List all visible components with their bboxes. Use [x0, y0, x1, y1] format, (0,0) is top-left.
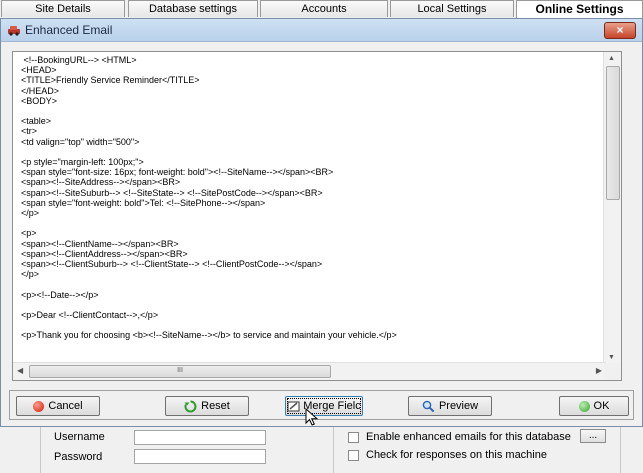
cancel-button[interactable]: Cancel	[16, 396, 100, 416]
enhanced-email-settings-button[interactable]: ...	[580, 429, 606, 443]
close-button[interactable]: ×	[604, 22, 636, 39]
ok-button[interactable]: OK	[559, 396, 629, 416]
tab-database-settings[interactable]: Database settings	[128, 0, 258, 17]
html-template-text[interactable]: <!--BookingURL--> <HTML> <HEAD> <TITLE>F…	[21, 55, 606, 341]
refresh-icon	[184, 400, 197, 413]
vertical-scroll-thumb[interactable]	[606, 66, 620, 200]
close-icon: ×	[616, 23, 624, 37]
enable-enhanced-emails-label: Enable enhanced emails for this database	[366, 431, 571, 443]
scroll-grip: III	[177, 367, 183, 374]
merge-field-button[interactable]: Merge Fielc	[285, 396, 363, 416]
enable-enhanced-emails-checkbox[interactable]	[348, 432, 359, 443]
preview-button[interactable]: Preview	[408, 396, 492, 416]
settings-tab-strip: Site Details Database settings Accounts …	[0, 0, 643, 18]
username-label: Username	[54, 431, 105, 443]
red-circle-icon	[33, 400, 45, 412]
merge-field-icon	[287, 401, 300, 412]
ellipsis-label: ...	[588, 430, 598, 441]
scrollbar-corner	[604, 363, 621, 380]
vertical-scrollbar[interactable]: ▲ ▼	[603, 52, 621, 364]
ok-label: OK	[593, 400, 610, 412]
scroll-up-arrow-icon[interactable]: ▲	[608, 55, 615, 62]
mouse-pointer-icon	[305, 408, 319, 426]
scroll-right-arrow-icon[interactable]: ▶	[596, 366, 602, 375]
dialog-title: Enhanced Email	[25, 23, 113, 37]
tab-local-settings[interactable]: Local Settings	[390, 0, 514, 17]
green-circle-icon	[578, 400, 590, 412]
horizontal-scroll-thumb[interactable]: III	[29, 365, 331, 378]
enhanced-email-dialog: Enhanced Email × <!--BookingURL--> <HTML…	[0, 18, 643, 427]
preview-label: Preview	[438, 400, 479, 412]
scroll-left-arrow-icon[interactable]: ◀	[17, 366, 23, 375]
reset-button[interactable]: Reset	[165, 396, 249, 416]
check-responses-checkbox[interactable]	[348, 450, 359, 461]
check-responses-label: Check for responses on this machine	[366, 449, 547, 461]
magnifier-icon	[422, 400, 435, 412]
password-field[interactable]	[134, 449, 266, 464]
reset-label: Reset	[201, 400, 230, 412]
tab-site-details[interactable]: Site Details	[1, 0, 125, 17]
horizontal-scrollbar[interactable]: ◀ III ▶	[13, 362, 606, 380]
tab-online-settings[interactable]: Online Settings	[516, 0, 643, 18]
username-field[interactable]	[134, 430, 266, 445]
car-icon	[8, 26, 20, 36]
dialog-button-bar: Cancel Reset Merge Fielc Preview OK	[9, 390, 634, 420]
scroll-down-arrow-icon[interactable]: ▼	[608, 354, 615, 361]
password-label: Password	[54, 451, 103, 463]
tab-accounts[interactable]: Accounts	[260, 0, 388, 17]
cancel-label: Cancel	[48, 400, 83, 412]
html-template-editor[interactable]: <!--BookingURL--> <HTML> <HEAD> <TITLE>F…	[12, 51, 622, 381]
dialog-titlebar: Enhanced Email ×	[1, 19, 642, 42]
